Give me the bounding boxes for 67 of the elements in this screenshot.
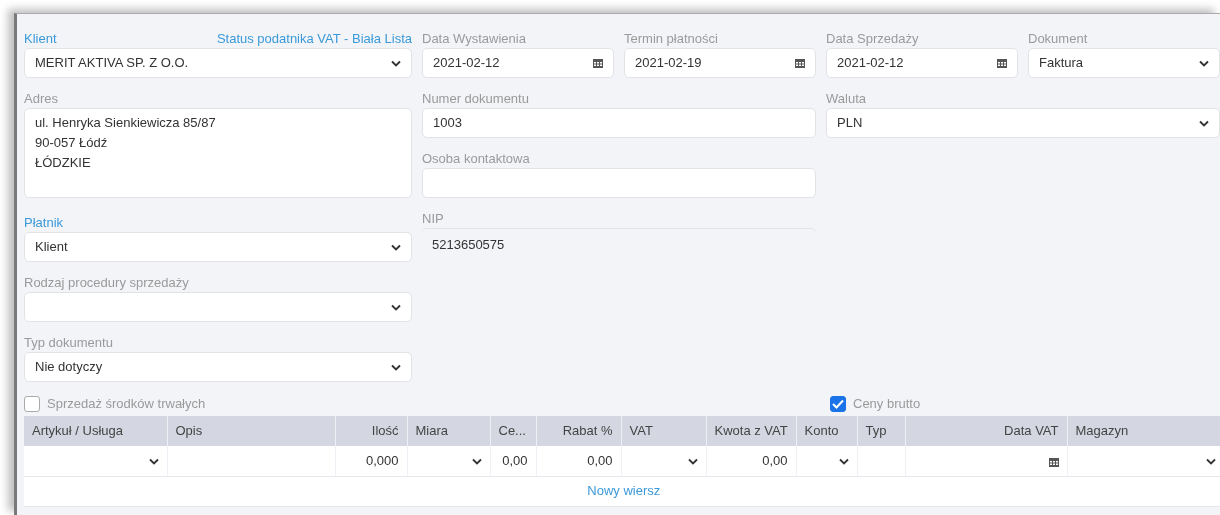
field-label: Termin płatności <box>624 30 719 47</box>
chevron-icon <box>1205 458 1216 466</box>
column-header: VAT <box>621 416 706 446</box>
column-header: Konto <box>796 416 857 446</box>
chevron-icon <box>391 363 401 371</box>
field-label: Typ dokumentu <box>24 334 114 351</box>
procedure-select[interactable] <box>24 292 412 322</box>
field-label: Adres <box>24 90 59 107</box>
table-cell: 0,00 <box>490 446 536 476</box>
checkbox[interactable] <box>24 396 40 412</box>
contact-field[interactable] <box>422 168 816 198</box>
date-cell[interactable] <box>905 446 1067 476</box>
nip-field: 5213650575 <box>422 228 816 258</box>
column-header: Kwota z VAT <box>706 416 796 446</box>
checkbox-label: Sprzedaż środków trwałych <box>47 395 206 414</box>
field-label: Płatnik <box>24 214 65 231</box>
field-label: Numer dokumentu <box>422 90 530 107</box>
checkbox[interactable] <box>830 396 846 412</box>
chevron-icon <box>391 303 401 311</box>
client-select[interactable]: MERIT AKTIVA SP. Z O.O. <box>24 48 412 78</box>
table-cell: 0,00 <box>706 446 796 476</box>
date-field[interactable]: 2021-02-12 <box>422 48 614 78</box>
field-label: Dokument <box>1028 30 1089 47</box>
document-type-select[interactable]: Nie dotyczy <box>24 352 412 382</box>
column-header: Opis <box>167 416 335 446</box>
column-header: Magazyn <box>1067 416 1220 446</box>
payer-select[interactable]: Klient <box>24 232 412 262</box>
currency-select[interactable]: PLN <box>826 108 1220 138</box>
address-field[interactable]: ul. Henryka Sienkiewicza 85/87 90-057 Łódź ŁÓDZKIE <box>24 108 412 198</box>
chevron-icon <box>471 458 482 466</box>
document-select[interactable]: Faktura <box>1028 48 1220 78</box>
column-header: Ilość <box>335 416 407 446</box>
chevron-icon <box>148 458 159 466</box>
field-label: Data Sprzedaży <box>826 30 920 47</box>
document-number-field[interactable]: 1003 <box>422 108 816 138</box>
column-header: Artykuł / Usługa <box>24 416 167 446</box>
chevron-icon <box>1199 59 1209 67</box>
column-header: Typ <box>857 416 905 446</box>
chevron-icon <box>1199 119 1209 127</box>
table-cell: 0,00 <box>536 446 621 476</box>
chevron-icon <box>838 458 849 466</box>
table-cell: 0,000 <box>335 446 407 476</box>
chevron-icon <box>391 59 401 67</box>
date-field[interactable]: 2021-02-19 <box>624 48 816 78</box>
column-header: Ce... <box>490 416 536 446</box>
select-cell[interactable] <box>1067 446 1220 476</box>
select-cell[interactable] <box>407 446 490 476</box>
column-header: Data VAT <box>905 416 1067 446</box>
select-cell[interactable] <box>24 446 167 476</box>
column-header: Rabat % <box>536 416 621 446</box>
calendar-icon <box>1048 456 1059 467</box>
field-label: Osoba kontaktowa <box>422 150 531 167</box>
field-label: Waluta <box>826 90 867 107</box>
chevron-icon <box>687 458 698 466</box>
select-cell[interactable] <box>796 446 857 476</box>
field-label: Klient <box>24 30 57 47</box>
chevron-icon <box>391 243 401 251</box>
date-field[interactable]: 2021-02-12 <box>826 48 1018 78</box>
field-label: Rodzaj procedury sprzedaży <box>24 274 190 291</box>
select-cell[interactable] <box>621 446 706 476</box>
calendar-icon <box>593 58 603 68</box>
calendar-icon <box>997 58 1007 68</box>
calendar-icon <box>795 58 805 68</box>
checkbox-label: Ceny brutto <box>853 395 921 414</box>
field-label: NIP <box>422 210 445 227</box>
column-header: Miara <box>407 416 490 446</box>
field-label: Data Wystawienia <box>422 30 527 47</box>
